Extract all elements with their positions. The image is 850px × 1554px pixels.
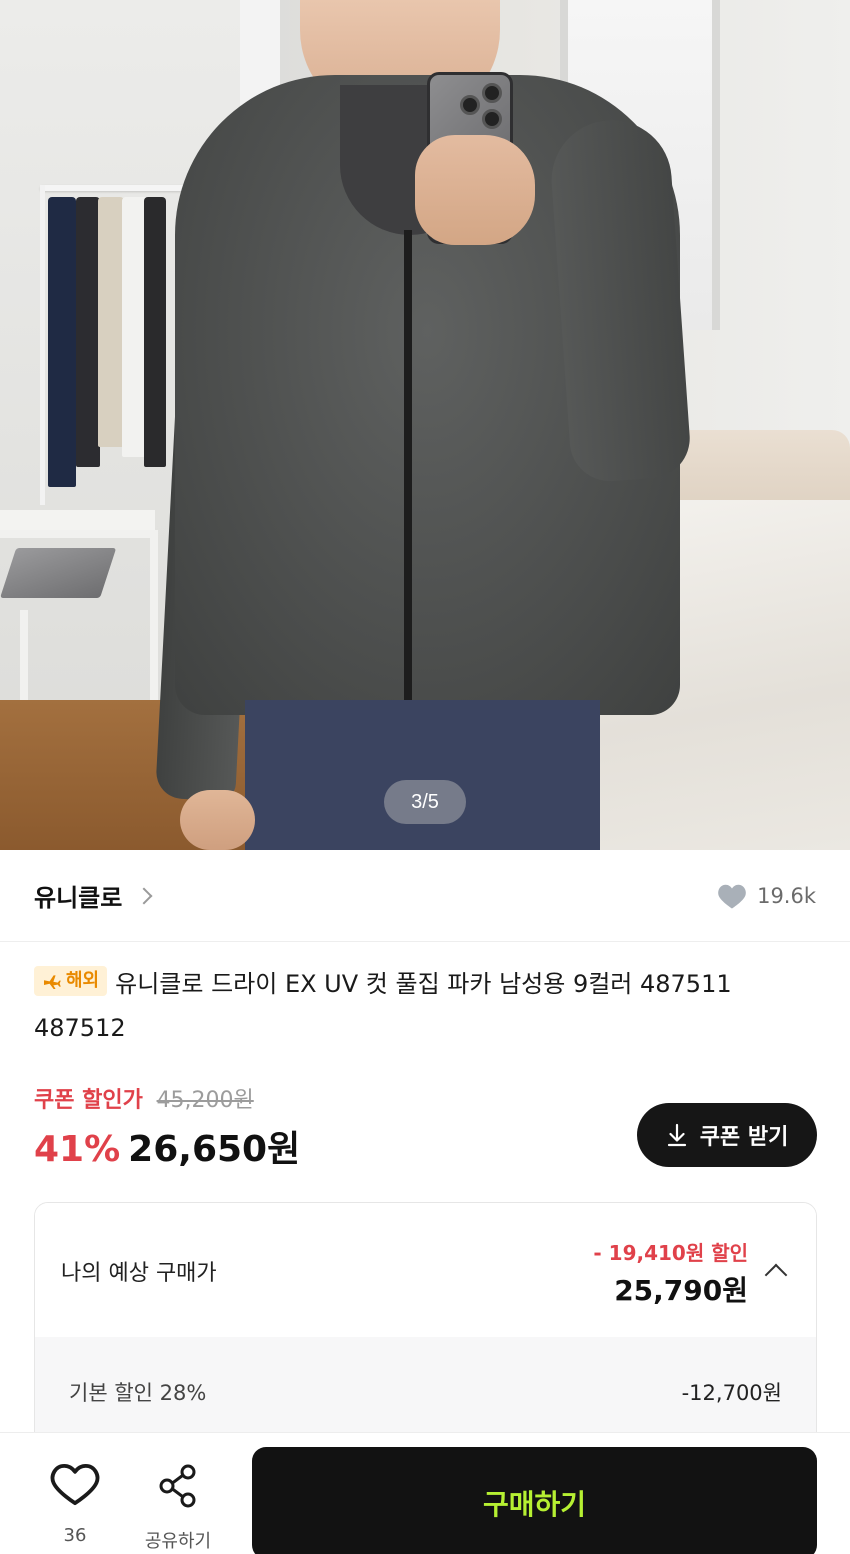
coupon-download-button[interactable]: 쿠폰 받기: [637, 1103, 817, 1167]
breakdown-amount: -12,700원: [681, 1381, 782, 1405]
photo-hand-right: [415, 135, 535, 245]
bottom-action-bar: 36 공유하기 구매하기: [0, 1432, 850, 1554]
estimated-price-card: 나의 예상 구매가 - 19,410원 할인 25,790원 기본 할인 28%…: [34, 1202, 817, 1462]
seller-name: 유니클로: [34, 884, 123, 912]
estimated-price-label: 나의 예상 구매가: [61, 1261, 217, 1286]
photo-desk: [0, 510, 155, 530]
seller-like-button[interactable]: 19.6k: [717, 882, 816, 910]
wishlist-button[interactable]: 36: [44, 1463, 106, 1546]
seller-like-count: 19.6k: [757, 883, 816, 908]
share-icon: [159, 1464, 196, 1508]
coupon-price-label: 쿠폰 할인가: [34, 1088, 143, 1113]
seller-row: 유니클로 19.6k: [0, 850, 850, 942]
heart-outline-icon: [50, 1463, 100, 1506]
final-price: 26,650원: [128, 1129, 301, 1170]
photo-laptop: [0, 548, 117, 598]
product-title: 유니클로 드라이 EX UV 컷 풀집 파카 남성용 9컬러 487511 48…: [34, 970, 732, 1042]
product-image-carousel[interactable]: 3/5: [0, 0, 850, 850]
breakdown-row: 기본 할인 28% -12,700원: [69, 1377, 782, 1407]
product-title-block: 해외 유니클로 드라이 EX UV 컷 풀집 파카 남성용 9컬러 487511…: [34, 962, 824, 1050]
photo-clothes-rack: [40, 185, 190, 505]
estimated-price-header[interactable]: 나의 예상 구매가 - 19,410원 할인 25,790원: [35, 1203, 816, 1337]
coupon-price-line: 쿠폰 할인가 45,200원: [34, 1082, 254, 1114]
chevron-right-icon: [135, 887, 153, 904]
overseas-badge-label: 해외: [66, 970, 100, 991]
price-line: 41% 26,650원: [34, 1120, 300, 1172]
photo-pants: [245, 700, 600, 850]
photo-zipper: [404, 230, 412, 715]
heart-filled-icon: [718, 884, 746, 908]
share-button[interactable]: 공유하기: [140, 1463, 216, 1553]
buy-button[interactable]: 구매하기: [252, 1447, 817, 1554]
download-icon: [667, 1123, 686, 1147]
airplane-icon: [44, 975, 61, 989]
share-label: 공유하기: [144, 1531, 212, 1552]
coupon-button-label: 쿠폰 받기: [699, 1125, 789, 1150]
photo-hand-left: [180, 790, 255, 850]
wishlist-count: 36: [63, 1525, 87, 1546]
estimated-price: 25,790원: [614, 1274, 748, 1307]
breakdown-label: 기본 할인 28%: [69, 1381, 207, 1405]
seller-link[interactable]: 유니클로: [34, 878, 153, 913]
discount-rate: 41%: [34, 1129, 121, 1170]
original-price: 45,200원: [156, 1088, 254, 1113]
overseas-badge: 해외: [34, 966, 108, 996]
image-counter: 3/5: [384, 780, 466, 824]
chevron-up-icon[interactable]: [764, 1263, 788, 1287]
estimated-discount: - 19,410원 할인: [593, 1241, 748, 1265]
buy-button-label: 구매하기: [482, 1488, 587, 1521]
photo-jacket-sleeve-right: [547, 116, 693, 484]
